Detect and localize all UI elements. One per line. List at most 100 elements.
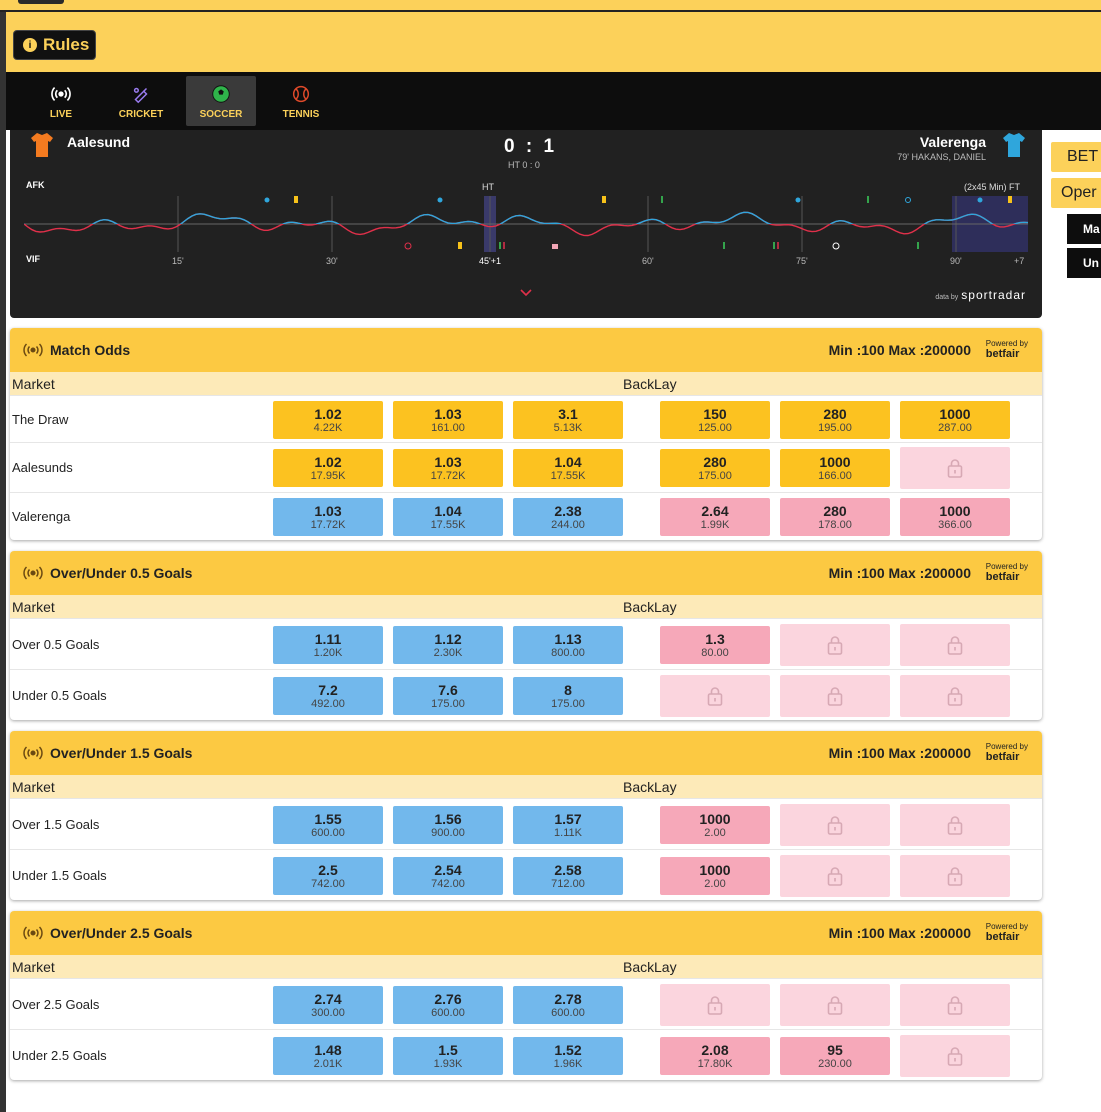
lay-odds-button[interactable]: 280 175.00 <box>660 449 770 487</box>
back-odds-button[interactable]: 1.56 900.00 <box>393 806 503 844</box>
stake-size: 600.00 <box>311 826 345 839</box>
expand-chevron-icon[interactable] <box>520 287 532 299</box>
nav-soccer[interactable]: SOCCER <box>186 76 256 126</box>
live-icon <box>23 926 43 940</box>
back-odds-button[interactable]: 1.04 17.55K <box>513 449 623 487</box>
stake-size: 175.00 <box>698 469 732 482</box>
back-odds-button[interactable]: 3.1 5.13K <box>513 401 623 439</box>
open-bets-tab[interactable]: Oper <box>1051 178 1101 208</box>
odds-value: 1.48 <box>314 1041 342 1058</box>
back-odds-button[interactable]: 7.6 175.00 <box>393 677 503 715</box>
back-odds-button[interactable]: 1.11 1.20K <box>273 626 383 664</box>
odds-value: 1.55 <box>314 810 342 827</box>
odds-value: 7.6 <box>438 681 458 698</box>
nav-cricket[interactable]: CRICKET <box>106 76 176 126</box>
odds-value: 1.5 <box>438 1041 458 1058</box>
back-odds-button[interactable]: 1.04 17.55K <box>393 498 503 536</box>
stake-size: 17.72K <box>430 469 466 482</box>
back-odds-button[interactable]: 2.76 600.00 <box>393 986 503 1024</box>
odds-value: 2.38 <box>554 502 582 519</box>
away-shirt-icon <box>1003 133 1025 157</box>
lay-odds-button[interactable]: 150 125.00 <box>660 401 770 439</box>
ft-label: (2x45 Min) FT <box>964 182 1021 192</box>
lay-odds-button[interactable]: 1000 2.00 <box>660 806 770 844</box>
lay-odds-button[interactable]: 1000 366.00 <box>900 498 1010 536</box>
back-odds-button[interactable]: 1.13 800.00 <box>513 626 623 664</box>
back-odds-button[interactable]: 2.5 742.00 <box>273 857 383 895</box>
back-odds-button[interactable]: 2.74 300.00 <box>273 986 383 1024</box>
back-odds-button[interactable]: 1.57 1.11K <box>513 806 623 844</box>
runner-name: Valerenga <box>12 509 71 524</box>
back-odds-button[interactable]: 1.03 161.00 <box>393 401 503 439</box>
powered-by: Powered by <box>985 339 1028 348</box>
runner-row: Over 0.5 Goals 1.11 1.20K 1.12 2.30K 1.13 800.… <box>10 618 1042 669</box>
nav-live[interactable]: LIVE <box>26 76 96 126</box>
lay-odds-button[interactable]: 2.08 17.80K <box>660 1037 770 1075</box>
lay-odds-button[interactable]: 280 178.00 <box>780 498 890 536</box>
market-card: Match Odds Min :100 Max :200000 Powered by… <box>10 328 1042 540</box>
back-odds-button[interactable]: 2.78 600.00 <box>513 986 623 1024</box>
stake-size: 17.55K <box>430 518 466 531</box>
locked-odds-cell <box>900 447 1010 489</box>
top-strip <box>0 0 1101 12</box>
lay-odds-button[interactable]: 1000 166.00 <box>780 449 890 487</box>
lock-icon <box>827 816 843 835</box>
home-shirt-icon <box>31 133 53 157</box>
away-short: VIF <box>26 254 41 264</box>
back-odds-button[interactable]: 1.52 1.96K <box>513 1037 623 1075</box>
back-col-label: Back <box>623 959 655 975</box>
back-odds-button[interactable]: 7.2 492.00 <box>273 677 383 715</box>
back-odds-button[interactable]: 1.02 17.95K <box>273 449 383 487</box>
stake-size: 300.00 <box>311 1006 345 1019</box>
odds-value: 1.04 <box>434 502 462 519</box>
lock-icon <box>707 687 723 706</box>
runner-name: The Draw <box>12 412 69 427</box>
nav-tennis[interactable]: TENNIS <box>266 76 336 126</box>
odds-value: 1.3 <box>705 630 725 647</box>
back-odds-button[interactable]: 2.58 712.00 <box>513 857 623 895</box>
lock-icon <box>827 867 843 886</box>
lay-odds-button[interactable]: 1000 2.00 <box>660 857 770 895</box>
side-dark-item-2[interactable]: Un <box>1067 248 1101 278</box>
stake-size: 2.01K <box>313 1057 343 1070</box>
odds-value: 1.03 <box>434 405 462 422</box>
back-odds-button[interactable]: 1.03 17.72K <box>273 498 383 536</box>
back-odds-button[interactable]: 1.5 1.93K <box>393 1037 503 1075</box>
back-odds-button[interactable]: 2.38 244.00 <box>513 498 623 536</box>
market-title: Over/Under 2.5 Goals <box>50 925 193 941</box>
bet-slip-tab[interactable]: BET <box>1051 142 1101 172</box>
market-title: Match Odds <box>50 342 131 358</box>
stake-size: 900.00 <box>431 826 465 839</box>
market-col-label: Market <box>12 959 55 975</box>
lay-odds-button[interactable]: 1.3 80.00 <box>660 626 770 664</box>
back-odds-button[interactable]: 1.12 2.30K <box>393 626 503 664</box>
back-odds-button[interactable]: 1.02 4.22K <box>273 401 383 439</box>
runner-row: Under 1.5 Goals 2.5 742.00 2.54 742.00 2.58 71… <box>10 849 1042 900</box>
odds-value: 1000 <box>819 453 851 470</box>
back-odds-button[interactable]: 1.48 2.01K <box>273 1037 383 1075</box>
lay-odds-button[interactable]: 280 195.00 <box>780 401 890 439</box>
rules-button[interactable]: i Rules <box>13 30 96 60</box>
side-dark-item-1[interactable]: Ma <box>1067 214 1101 244</box>
back-odds-button[interactable]: 8 175.00 <box>513 677 623 715</box>
back-odds-button[interactable]: 1.03 17.72K <box>393 449 503 487</box>
powered-by: Powered by <box>985 922 1028 931</box>
lay-odds-button[interactable]: 95 230.00 <box>780 1037 890 1075</box>
market-title: Over/Under 0.5 Goals <box>50 565 193 581</box>
back-odds-button[interactable]: 2.54 742.00 <box>393 857 503 895</box>
lay-odds-button[interactable]: 2.64 1.99K <box>660 498 770 536</box>
odds-value: 1.03 <box>434 453 462 470</box>
lock-icon <box>947 459 963 478</box>
top-tab[interactable] <box>18 0 64 4</box>
lock-icon <box>707 996 723 1015</box>
stake-size: 178.00 <box>818 518 852 531</box>
lay-odds-button[interactable]: 1000 287.00 <box>900 401 1010 439</box>
stake-size: 287.00 <box>938 421 972 434</box>
market-header: Over/Under 2.5 Goals Min :100 Max :200000… <box>10 911 1042 955</box>
odds-value: 7.2 <box>318 681 338 698</box>
back-odds-button[interactable]: 1.55 600.00 <box>273 806 383 844</box>
stake-size: 17.72K <box>310 518 346 531</box>
odds-value: 150 <box>703 405 727 422</box>
stake-size: 195.00 <box>818 421 852 434</box>
market-header: Over/Under 1.5 Goals Min :100 Max :200000… <box>10 731 1042 775</box>
